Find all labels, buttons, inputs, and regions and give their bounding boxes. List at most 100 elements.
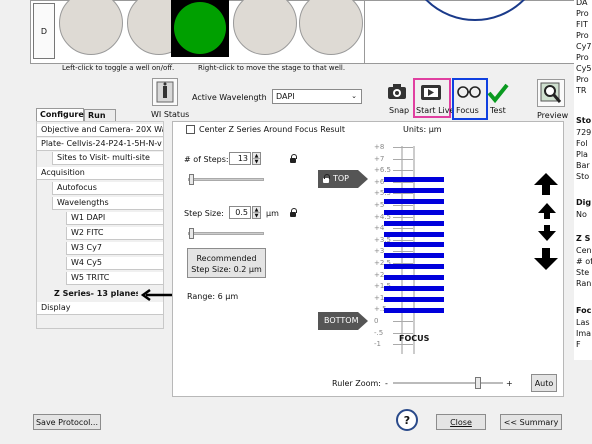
ruler-tick [393, 251, 413, 253]
well[interactable] [299, 0, 363, 55]
side-panel-text: Cy7 [576, 42, 592, 51]
side-panel-text: F [576, 340, 581, 349]
well[interactable] [233, 0, 297, 55]
ruler-tick-label: -.5 [374, 328, 384, 337]
lock-icon[interactable] [290, 208, 297, 217]
recommended-step-size-button[interactable]: Recommended Step Size: 0.2 µm [187, 248, 266, 278]
well-selected-fill[interactable] [174, 2, 226, 54]
tab-run[interactable]: Run [84, 109, 116, 121]
slider-thumb[interactable] [475, 377, 481, 389]
tree-item-zseries[interactable]: Z Series- 13 planes [50, 288, 138, 301]
z-plane-bar [384, 307, 444, 313]
camera-icon [388, 84, 406, 99]
num-steps-value: 13 [237, 154, 248, 163]
tree-item-sites[interactable]: Sites to Visit- multi-site [52, 152, 164, 165]
start-live-button[interactable] [418, 82, 446, 104]
wl-status-button[interactable] [152, 78, 178, 106]
ruler-tick-label: +4 [374, 224, 385, 233]
step-size-unit: µm [266, 209, 279, 218]
top-button-label: TOP [333, 174, 350, 183]
tree-item-w3[interactable]: W3 Cy7 [66, 242, 164, 255]
tree-item-w5[interactable]: W5 TRITC [66, 272, 164, 285]
ruler-tick [393, 239, 413, 241]
z-plane-bar [384, 275, 444, 281]
tree-item-wavelengths[interactable]: Wavelengths [52, 197, 164, 210]
ruler-tick-label: +3 [374, 247, 385, 256]
side-panel-text: Cy5 [576, 64, 592, 73]
ruler-zoom-label: Ruler Zoom: [332, 379, 382, 388]
side-panel-text: Pro [576, 9, 589, 18]
well-plate-area-right [365, 0, 575, 64]
ruler-zoom-minus: - [385, 379, 388, 388]
num-steps-label: # of Steps: [184, 155, 229, 164]
side-panel-text: Pro [576, 53, 589, 62]
top-button[interactable]: TOP [318, 170, 368, 188]
ruler-tick [393, 321, 413, 322]
side-panel-text: DA [576, 0, 588, 7]
tree-item-acquisition[interactable]: Acquisition [36, 167, 164, 180]
save-protocol-button[interactable]: Save Protocol... [33, 414, 101, 430]
focus-ruler-label: FOCUS [399, 334, 430, 343]
side-panel-text: Z S [576, 234, 591, 243]
help-button[interactable]: ? [396, 409, 418, 431]
ruler-tick [393, 228, 413, 230]
move-down-small-icon[interactable] [538, 225, 556, 241]
step-size-slider[interactable] [188, 228, 264, 239]
ruler-zoom-plus: + [506, 379, 513, 388]
move-up-small-icon[interactable] [538, 203, 556, 219]
preview-button[interactable] [537, 79, 565, 107]
step-size-input[interactable]: 0.5 [229, 206, 251, 219]
active-wavelength-select[interactable]: DAPI ⌄ [272, 89, 362, 104]
side-panel-text: Sto [576, 172, 590, 181]
ruler-tick-label: -1 [374, 340, 381, 349]
z-plane-bar [384, 187, 444, 193]
bottom-button[interactable]: BOTTOM [318, 312, 368, 330]
z-plane-bar [384, 286, 444, 291]
center-z-series-checkbox[interactable] [186, 125, 195, 134]
lock-icon[interactable] [290, 154, 297, 163]
ruler-tick-label: +7 [374, 154, 385, 163]
tab-configure[interactable]: Configure [36, 108, 84, 121]
move-up-large-icon[interactable] [534, 173, 558, 195]
summary-button[interactable]: << Summary [500, 414, 562, 430]
num-steps-input[interactable]: 13 [229, 152, 251, 165]
slider-thumb[interactable] [189, 174, 194, 185]
step-size-stepper[interactable]: ▲ ▼ [252, 206, 261, 219]
ruler-tick-label: +5 [374, 201, 385, 209]
preview-magnifier-icon [540, 82, 562, 103]
slider-thumb[interactable] [189, 228, 194, 239]
side-panel-text: TR [576, 86, 587, 95]
snap-button[interactable] [386, 82, 410, 104]
tree-item-w1[interactable]: W1 DAPI [66, 212, 164, 225]
ruler-tick [393, 170, 413, 172]
range-label: Range: 6 µm [187, 292, 239, 301]
z-plane-bar [384, 253, 444, 259]
ruler-zoom-slider[interactable] [393, 377, 503, 389]
close-button[interactable]: Close [436, 414, 486, 430]
z-plane-bar [384, 296, 444, 302]
checkmark-icon [487, 83, 509, 104]
tree-item-w4[interactable]: W4 Cy5 [66, 257, 164, 270]
tree-item-w2[interactable]: W2 FITC [66, 227, 164, 240]
ruler-tick [393, 344, 413, 346]
num-steps-stepper[interactable]: ▲ ▼ [252, 152, 261, 165]
focus-button[interactable] [456, 82, 484, 104]
tree-item-objective[interactable]: Objective and Camera- 20X Wa [36, 124, 164, 137]
tree-item-display[interactable]: Display [36, 302, 164, 315]
test-button[interactable] [486, 82, 512, 104]
instructions-left: Left-click to toggle a well on/off. [62, 64, 175, 72]
well[interactable] [59, 0, 123, 55]
active-wavelength-label: Active Wavelength [192, 93, 267, 102]
num-steps-slider[interactable] [188, 174, 264, 185]
z-plane-bar [384, 220, 444, 226]
side-panel-text: FIT [576, 20, 588, 29]
side-panel-text: Cen [576, 246, 592, 255]
side-panel-text: Ran [576, 279, 592, 288]
tree-item-plate[interactable]: Plate- Cellvis-24-P24-1-5H-N-v [36, 138, 164, 151]
center-z-series-label: Center Z Series Around Focus Result [199, 125, 345, 134]
side-panel-text: 729 [576, 128, 592, 137]
tree-item-autofocus[interactable]: Autofocus [52, 182, 164, 195]
move-down-large-icon[interactable] [534, 248, 558, 270]
auto-button[interactable]: Auto [531, 374, 557, 392]
z-plane-bar [384, 264, 444, 270]
